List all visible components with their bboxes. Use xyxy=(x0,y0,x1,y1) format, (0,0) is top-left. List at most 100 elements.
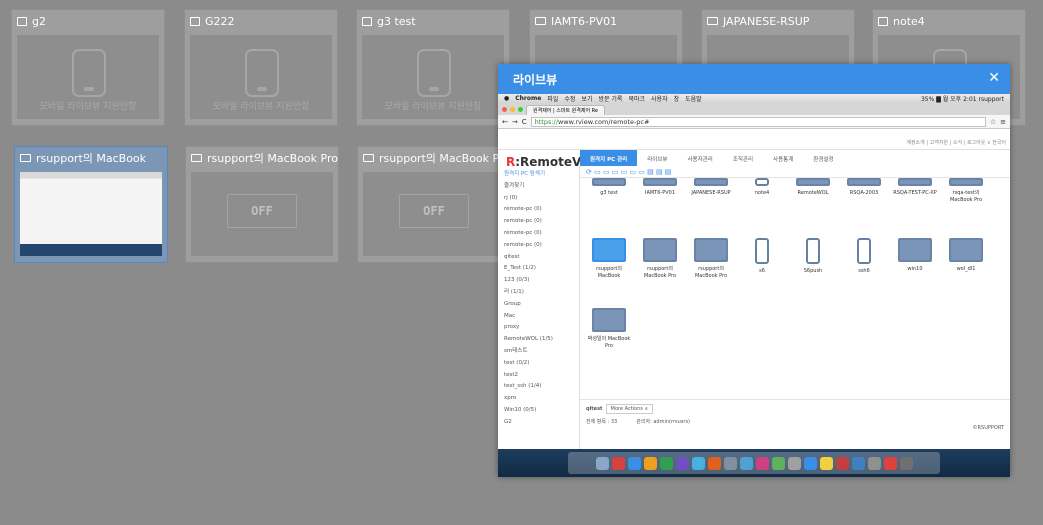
pc-tile: ssh6 xyxy=(841,238,887,275)
monitor-icon xyxy=(847,178,881,186)
menu-icon: ≡ xyxy=(1000,117,1006,126)
close-icon[interactable]: ✕ xyxy=(988,70,1000,86)
phone-icon xyxy=(878,16,888,26)
device-name: rsupport의 MacBook xyxy=(36,152,147,165)
device-card[interactable]: g3 test 모바일 라이브뷰 지원안함 xyxy=(356,9,510,126)
phone-icon xyxy=(755,238,769,264)
device-card[interactable]: g2 모바일 라이브뷰 지원안함 xyxy=(11,9,165,126)
remoteview-app: 계정소개 | 고객지원 | 소식 | 로그아웃 ∨ 한국어 R:RemoteVi… xyxy=(498,129,1010,449)
device-name: rsupport의 MacBook Pro xyxy=(207,152,338,165)
pc-tile-label: rsupport의 MacBook Pro xyxy=(643,266,677,279)
pc-tile-label: RSQA-2003 xyxy=(849,190,879,196)
preview-caption: 모바일 라이브뷰 지원안함 xyxy=(39,102,137,112)
pc-tile: rsqa-test의 MacBook Pro xyxy=(943,178,989,204)
menubar-item: 북마크 xyxy=(628,96,646,103)
liveview-dialog: 라이브뷰 ✕ ● Chrome 파일 수정 보기 방문 기록 북마크 사용자 창… xyxy=(498,64,1010,477)
monitor-icon xyxy=(949,238,983,262)
dock-app-icon xyxy=(899,456,913,470)
sidebar-item: remote-pc (0) xyxy=(504,229,542,236)
device-name: JAPANESE-RSUP xyxy=(723,14,810,28)
dock-app-icon xyxy=(803,456,817,470)
pc-tile: wol_dl1 xyxy=(943,238,989,273)
sidebar-item: test_ssh (1/4) xyxy=(504,383,542,390)
dock-app-icon xyxy=(755,456,769,470)
star-icon: ☆ xyxy=(989,117,997,126)
monitor-icon xyxy=(796,178,830,186)
sidebar-item: sm테스트 xyxy=(504,347,528,354)
pc-tile: S6push xyxy=(790,238,836,275)
pc-tile-label: RSQA-TEST-PC-XP xyxy=(893,190,937,196)
pc-tile: IAMT6-PV01 xyxy=(637,178,683,197)
device-card[interactable]: G222 모바일 라이브뷰 지원안함 xyxy=(184,9,338,126)
device-name: rsupport의 MacBook Pro xyxy=(379,152,510,165)
pc-tile-label: win10 xyxy=(907,266,923,272)
phone-icon xyxy=(362,16,372,26)
dock-app-icon xyxy=(643,456,657,470)
nav-item: 사용자관리 xyxy=(687,157,713,163)
sidebar-item: 123 (0/3) xyxy=(504,277,530,284)
monitor-icon xyxy=(898,238,932,262)
monitor-icon xyxy=(592,308,626,332)
device-card[interactable]: rsupport의 MacBook Pro OFF xyxy=(357,146,511,263)
sidebar-item: 원격지 PC 탐색기 xyxy=(504,171,546,177)
sidebar-item: remote-pc (0) xyxy=(504,241,542,248)
sidebar-item: xpro xyxy=(504,395,517,402)
pc-tile: g3 test xyxy=(586,178,632,197)
monitor-icon xyxy=(363,154,374,162)
nav-item: 사용통계 xyxy=(773,157,794,163)
device-card[interactable]: rsupport의 MacBook Pro OFF xyxy=(185,146,339,263)
sidebar-item: Win10 (0/5) xyxy=(504,406,537,413)
sidebar-item: remote-pc (0) xyxy=(504,206,542,213)
monitor-icon xyxy=(949,178,983,186)
menubar-item: 사용자 xyxy=(651,96,668,103)
device-name: g2 xyxy=(32,14,46,28)
device-preview: 모바일 라이브뷰 지원안함 xyxy=(17,35,159,119)
dock-app-icon xyxy=(611,456,625,470)
sidebar-item: qitest xyxy=(504,253,520,260)
pc-tile: s6 xyxy=(739,238,785,275)
preview-caption: 모바일 라이브뷰 지원안함 xyxy=(384,102,482,112)
phone-icon xyxy=(190,16,200,26)
sidebar-item: proxy xyxy=(504,324,520,331)
dock-app-icon xyxy=(851,456,865,470)
device-preview xyxy=(20,172,162,256)
device-card[interactable]: rsupport의 MacBook xyxy=(14,146,168,263)
dock-app-icon xyxy=(627,456,641,470)
pc-tile-label: ssh6 xyxy=(858,268,870,274)
dock-app-icon xyxy=(883,456,897,470)
phone-icon xyxy=(72,49,106,97)
sidebar-item: RemoteWOL (1/5) xyxy=(504,336,553,343)
sidebar-item: E_Test (1/2) xyxy=(504,265,536,272)
device-preview: OFF xyxy=(191,172,333,256)
menubar-item: 보기 xyxy=(581,96,593,103)
pc-tile-label: rsupport의 MacBook Pro xyxy=(694,266,728,279)
remote-screen[interactable]: ● Chrome 파일 수정 보기 방문 기록 북마크 사용자 창 도움말 35… xyxy=(498,94,1010,477)
monitor-icon xyxy=(707,17,718,25)
dock-app-icon xyxy=(675,456,689,470)
pc-tile-label: s6 xyxy=(759,268,765,274)
menubar-item: 수정 xyxy=(564,96,576,103)
mac-menubar: ● Chrome 파일 수정 보기 방문 기록 북마크 사용자 창 도움말 35… xyxy=(498,94,1010,103)
phone-icon xyxy=(857,238,871,264)
pc-tile: RSQA-2003 xyxy=(841,178,887,197)
menubar-status: 35% ▇ 월 오후 2:01 rsupport xyxy=(920,96,1004,103)
sidebar-item: remote-pc (0) xyxy=(504,218,542,225)
top-links: 계정소개 | 고객지원 | 소식 | 로그아웃 ∨ 한국어 xyxy=(906,140,1006,146)
device-preview: 모바일 라이브뷰 지원안함 xyxy=(190,35,332,119)
pc-tile: rsupport의 MacBook Pro xyxy=(688,238,734,280)
mac-dock xyxy=(498,449,1010,477)
sidebar-item: Mac xyxy=(504,312,516,319)
dock-app-icon xyxy=(659,456,673,470)
device-name: IAMT6-PV01 xyxy=(551,14,618,28)
pc-tile-label: note4 xyxy=(754,190,770,196)
dock-app-icon xyxy=(707,456,721,470)
pc-tile: rsupport의 MacBook xyxy=(586,238,632,280)
device-preview: 모바일 라이브뷰 지원안함 xyxy=(362,35,504,119)
nav-item: 원격지 PC 관리 xyxy=(580,150,638,166)
pc-tile-label: JAPANESE-RSUP xyxy=(691,190,731,196)
sidebar-item: Group xyxy=(504,300,521,307)
pc-tile: JAPANESE-RSUP xyxy=(688,178,734,197)
menubar-item: 창 xyxy=(673,96,680,103)
sidebar-item: rj (0) xyxy=(504,194,518,201)
monitor-icon xyxy=(191,154,202,162)
